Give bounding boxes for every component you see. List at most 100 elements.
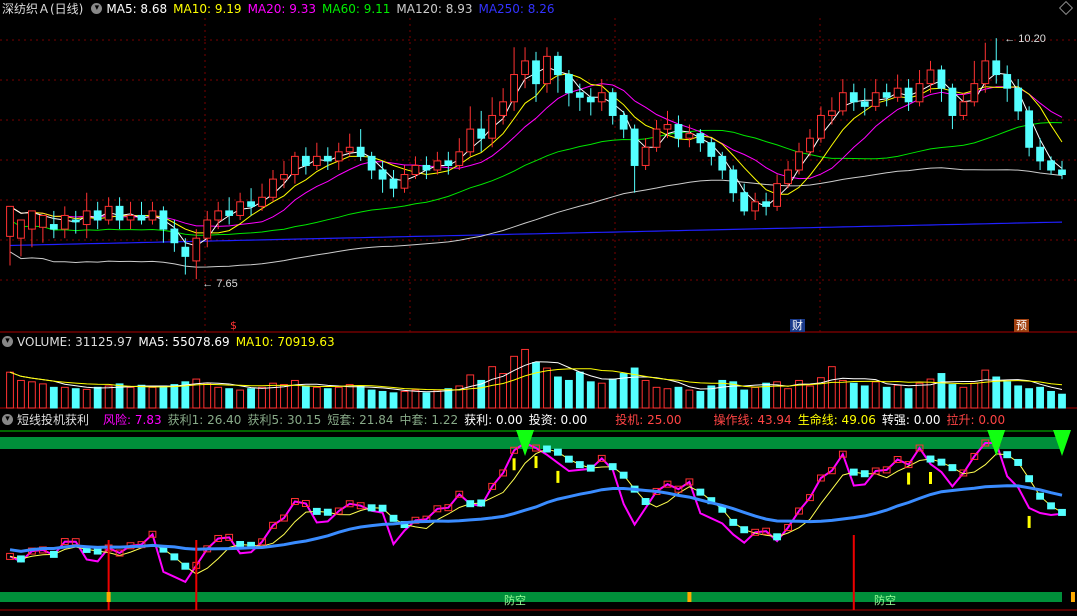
volume-bar xyxy=(532,362,540,409)
ma250-line xyxy=(9,221,1063,247)
life-line-label: 生命线: 49.06 xyxy=(797,413,876,427)
volume-bar xyxy=(312,386,321,409)
volume-bar xyxy=(937,373,946,409)
candle-body xyxy=(170,228,179,244)
candle-body xyxy=(236,201,245,216)
volume-bar xyxy=(586,381,595,409)
event-marker-finance[interactable]: 财 xyxy=(790,319,805,332)
candle-body xyxy=(871,92,880,107)
candle-body xyxy=(148,210,157,221)
candle-body xyxy=(280,174,288,180)
candle-body xyxy=(937,69,946,89)
volume-bar xyxy=(948,384,957,409)
volume-bar xyxy=(751,386,760,409)
candle-body xyxy=(608,92,617,116)
pull-up-label: 拉升: 0.00 xyxy=(946,413,1006,427)
indicator-bar xyxy=(312,507,321,515)
indicator-bar xyxy=(926,455,935,463)
indicator-bar xyxy=(740,526,749,534)
candle-body xyxy=(203,219,212,239)
candle-body xyxy=(926,69,935,85)
volume-bar xyxy=(575,371,584,409)
candle-body xyxy=(1036,146,1044,162)
indicator-bar xyxy=(367,504,376,512)
volume-bar xyxy=(38,383,47,409)
volume-bar xyxy=(685,389,694,409)
volume-bar xyxy=(280,384,288,409)
volume-bar xyxy=(247,388,255,409)
bottom-tick xyxy=(1070,592,1075,602)
volume-bar xyxy=(893,384,902,409)
chart-canvas: ← 10.20 ← 7.65 xyxy=(0,18,1077,611)
bottom-tick xyxy=(687,592,692,602)
indicator-bar xyxy=(948,464,957,472)
indicator-bar xyxy=(1047,502,1055,510)
candle-body xyxy=(137,214,146,221)
candle-body xyxy=(959,101,968,116)
volume-bar xyxy=(389,392,398,409)
candle-body xyxy=(630,128,639,166)
ma120-label: MA120: 8.93 xyxy=(396,2,473,16)
candle-body xyxy=(433,160,442,171)
chevron-down-icon[interactable]: ▾ xyxy=(91,3,103,14)
candle-body xyxy=(915,83,924,103)
candle-body xyxy=(1058,169,1066,176)
high-price-label: ← 10.20 xyxy=(1004,33,1046,45)
indicator-bar xyxy=(466,500,475,508)
candle-body xyxy=(532,60,540,85)
profit-label: 获利: 0.00 xyxy=(464,413,523,427)
candle-body xyxy=(674,124,683,139)
volume-bar xyxy=(126,386,135,409)
ma10-label: MA10: 9.19 xyxy=(173,2,242,16)
volume-bar xyxy=(367,389,376,409)
vol-ma10-label: MA10: 70919.63 xyxy=(235,335,335,349)
chevron-down-icon[interactable]: ▾ xyxy=(2,414,13,425)
stock-name[interactable]: 深纺织Ａ(日线) xyxy=(2,0,83,18)
candle-body xyxy=(521,60,529,76)
volume-bar xyxy=(323,388,332,409)
candle-body xyxy=(323,155,332,162)
candle-body xyxy=(586,96,595,103)
candle-body xyxy=(970,83,979,103)
volume-bar xyxy=(860,385,869,409)
candle-body xyxy=(499,101,508,116)
candle-body xyxy=(225,210,234,216)
volume-bar xyxy=(93,386,102,409)
profit-tick xyxy=(556,470,560,483)
candle-body xyxy=(543,55,551,85)
candle-body xyxy=(115,205,124,221)
candle-body xyxy=(893,87,902,98)
volume-bar xyxy=(806,385,814,409)
candle-body xyxy=(488,114,497,139)
candle-body xyxy=(663,124,672,130)
volume-bar xyxy=(1003,381,1012,409)
candle-body xyxy=(849,92,858,103)
volume-bar xyxy=(959,386,968,409)
volume-bar xyxy=(849,382,858,409)
candle-body xyxy=(71,219,80,223)
volume-bar xyxy=(400,390,409,409)
event-marker-s[interactable]: $ xyxy=(228,319,239,332)
volume-bar xyxy=(433,389,442,409)
candle-body xyxy=(181,246,190,257)
indicator-bar xyxy=(93,547,102,555)
chevron-down-icon[interactable]: ▾ xyxy=(2,336,13,347)
volume-bar xyxy=(203,382,212,409)
indicator-name[interactable]: 短线投机获利 xyxy=(17,411,89,429)
candle-body xyxy=(740,192,749,212)
event-marker-forecast[interactable]: 预 xyxy=(1014,319,1029,332)
candle-body xyxy=(378,169,387,180)
candle-body xyxy=(258,196,266,207)
candle-body xyxy=(247,201,255,207)
candle-body xyxy=(455,151,464,166)
ma120-line xyxy=(9,167,1063,268)
volume-bar xyxy=(378,390,387,409)
candle-body xyxy=(1025,110,1034,148)
vol-ma5-label: MA5: 55078.69 xyxy=(138,335,230,349)
bottom-tick xyxy=(106,592,111,602)
candle-body xyxy=(641,146,650,166)
op-line-label: 操作线: 43.94 xyxy=(713,413,792,427)
candle-body xyxy=(751,201,760,212)
volume-bar xyxy=(422,392,431,409)
turn-strong-label: 转强: 0.00 xyxy=(881,413,941,427)
